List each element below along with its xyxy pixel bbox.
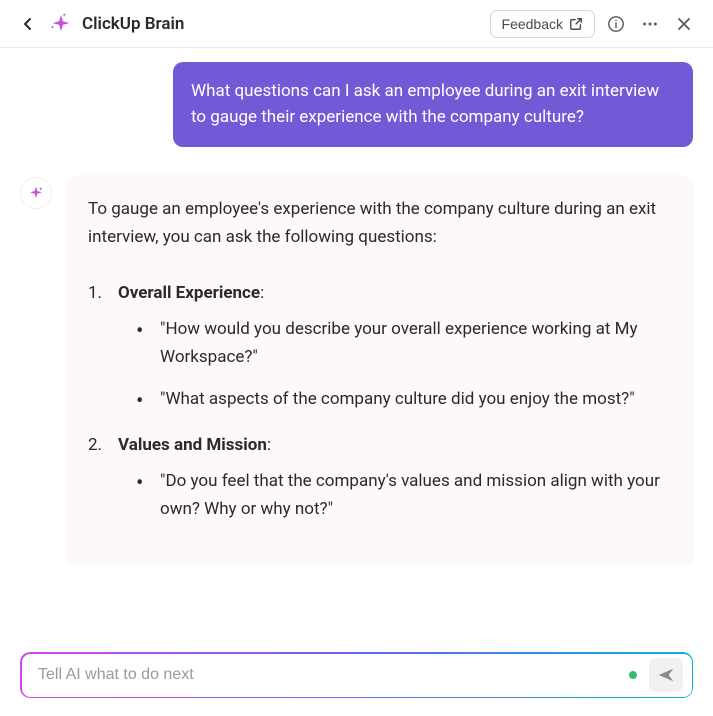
list-section: 2. Values and Mission:	[88, 431, 671, 459]
ai-avatar	[20, 177, 52, 209]
chevron-left-icon	[20, 16, 36, 32]
info-icon	[607, 15, 625, 33]
back-button[interactable]	[16, 12, 40, 36]
list-item: "Do you feel that the company's values a…	[134, 467, 671, 523]
user-message-row: What questions can I ask an employee dur…	[20, 62, 693, 147]
input-bar	[20, 652, 693, 698]
external-link-icon	[569, 17, 583, 31]
list-number: 2.	[88, 431, 118, 459]
list-number: 1.	[88, 279, 118, 307]
list-section: 1. Overall Experience:	[88, 279, 671, 307]
send-button[interactable]	[649, 658, 683, 692]
prompt-input[interactable]	[38, 658, 629, 692]
page-title: ClickUp Brain	[82, 14, 184, 34]
feedback-label: Feedback	[502, 16, 563, 32]
more-horizontal-icon	[641, 15, 659, 33]
close-button[interactable]	[671, 11, 697, 37]
header-right: Feedback	[490, 10, 697, 38]
input-bar-container	[0, 640, 713, 716]
list-heading: Overall Experience	[118, 283, 260, 303]
info-button[interactable]	[603, 11, 629, 37]
ai-message-row: To gauge an employee's experience with t…	[20, 175, 693, 567]
ai-intro-text: To gauge an employee's experience with t…	[88, 195, 671, 251]
header: ClickUp Brain Feedback	[0, 0, 713, 48]
send-icon	[657, 666, 675, 684]
bullet-list: "How would you describe your overall exp…	[134, 315, 671, 413]
user-message: What questions can I ask an employee dur…	[173, 62, 693, 147]
bullet-list: "Do you feel that the company's values a…	[134, 467, 671, 523]
list-item: "What aspects of the company culture did…	[134, 385, 671, 413]
close-icon	[676, 16, 692, 32]
chat-area: What questions can I ask an employee dur…	[0, 48, 713, 640]
sparkle-icon	[28, 185, 44, 201]
list-item: "How would you describe your overall exp…	[134, 315, 671, 371]
header-left: ClickUp Brain	[16, 12, 184, 36]
list-heading: Values and Mission	[118, 435, 267, 455]
feedback-button[interactable]: Feedback	[490, 10, 595, 38]
status-indicator	[629, 671, 637, 679]
sparkle-icon	[50, 13, 72, 35]
more-button[interactable]	[637, 11, 663, 37]
ai-message: To gauge an employee's experience with t…	[66, 175, 693, 567]
